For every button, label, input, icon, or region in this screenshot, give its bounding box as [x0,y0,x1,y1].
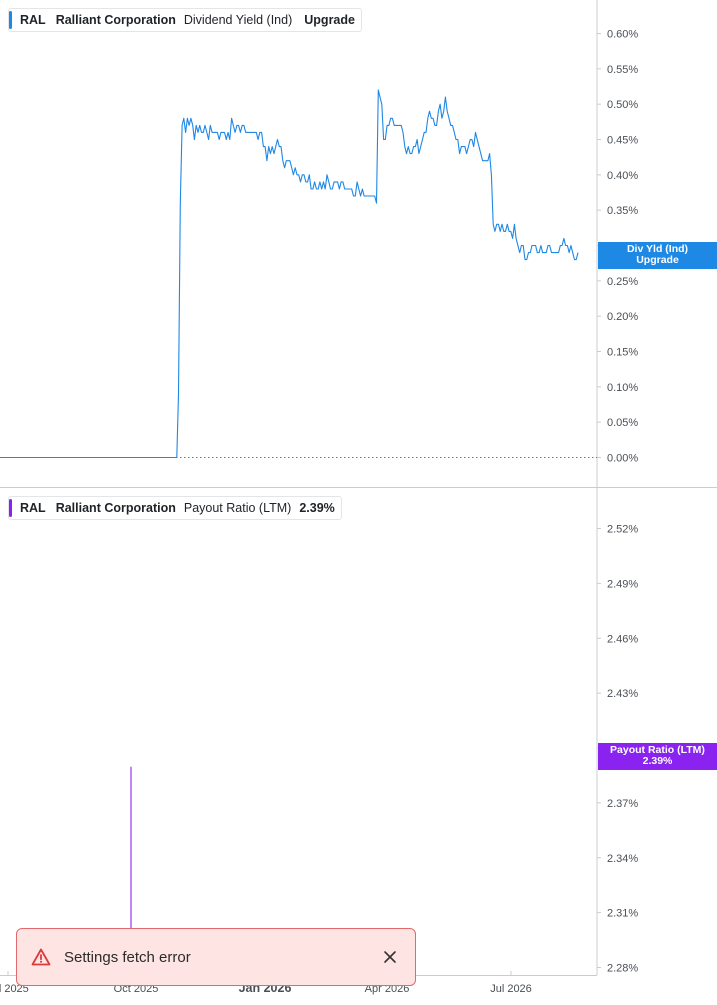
yield-price-tag[interactable]: Div Yld (Ind) Upgrade [598,242,717,269]
y-tick-label: 2.34% [607,853,638,865]
legend-dividend-yield[interactable]: RAL Ralliant Corporation Dividend Yield … [8,8,362,32]
y-tick-label: 2.28% [607,963,638,975]
payout-ratio-pane: 2.52%2.49%2.46%2.43%2.40%2.37%2.34%2.31%… [130,488,638,975]
series-color-bar [9,499,12,517]
y-tick-label: 0.55% [607,64,638,76]
legend-symbol: RAL [20,13,46,27]
y-tick-label: 0.25% [607,276,638,288]
y-tick-label: 2.31% [607,908,638,920]
y-tick-label: 0.60% [607,29,638,41]
legend-value: 2.39% [299,501,335,515]
x-tick-label: Jul 2026 [490,983,532,995]
y-tick-label: 0.45% [607,135,638,147]
y-tick-label: 2.43% [607,688,638,700]
dividend-yield-line [0,89,579,459]
legend-symbol: RAL [20,501,46,515]
y-tick-label: 0.20% [607,311,638,323]
y-tick-label: 2.37% [607,798,638,810]
error-toast: Settings fetch error [16,928,416,986]
y-tick-label: 0.00% [607,453,638,465]
y-tick-label: 2.52% [607,524,638,536]
series-color-bar [9,11,12,29]
y-tick-label: 0.40% [607,170,638,182]
toast-message: Settings fetch error [64,948,191,966]
legend-metric: Payout Ratio (LTM) [183,501,292,515]
toast-close-button[interactable] [379,946,401,968]
y-tick-label: 0.15% [607,347,638,359]
y-tick-label: 0.05% [607,417,638,429]
y-tick-label: 2.49% [607,578,638,590]
close-icon [384,951,396,963]
legend-upgrade-link[interactable]: Upgrade [304,13,355,27]
legend-payout-ratio[interactable]: RAL Ralliant Corporation Payout Ratio (L… [8,496,342,520]
legend-company: Ralliant Corporation [55,13,176,27]
tag-value: 2.39% [642,755,673,767]
payout-price-tag: Payout Ratio (LTM) 2.39% [598,743,717,770]
y-tick-label: 2.46% [607,633,638,645]
y-tick-label: 0.35% [607,205,638,217]
tag-value[interactable]: Upgrade [598,255,717,266]
warning-triangle-icon [31,948,51,966]
legend-company: Ralliant Corporation [55,501,176,515]
y-tick-label: 0.10% [607,382,638,394]
y-tick-label: 0.50% [607,99,638,111]
legend-metric: Dividend Yield (Ind) [183,13,293,27]
